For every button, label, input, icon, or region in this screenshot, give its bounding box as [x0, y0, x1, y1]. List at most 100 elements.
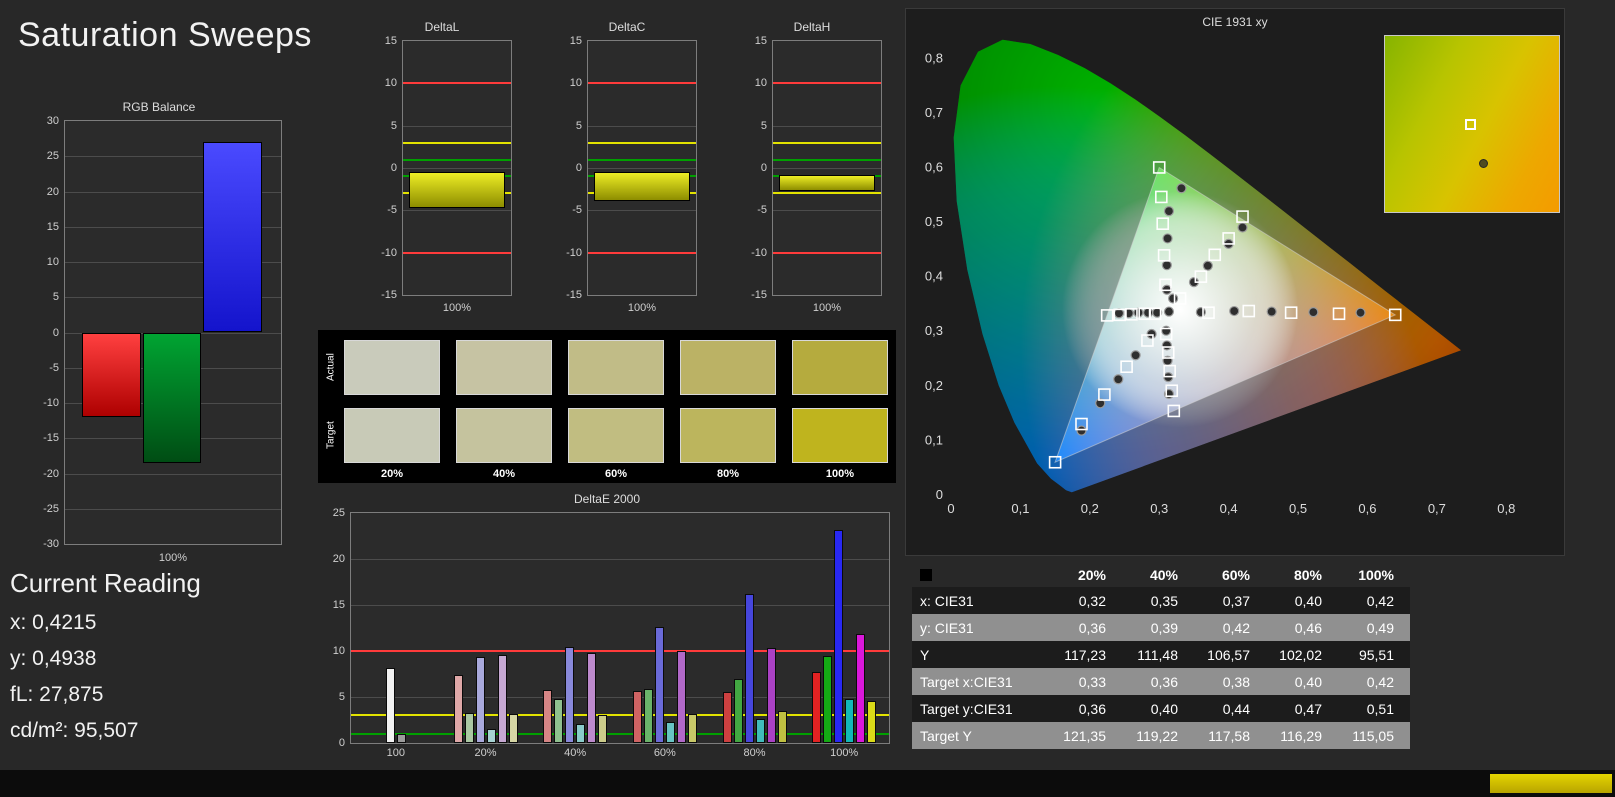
delta-c-chart: DeltaC -15 -10 -5 0 5 10 15 100% [551, 20, 703, 316]
deltae-bar [632, 691, 642, 743]
delta-e-2000-chart: DeltaE 2000 0 5 10 15 20 25 100 20% 40% 60% 80% 100… [318, 492, 896, 778]
table-cell: 115,05 [1352, 727, 1394, 744]
limit-line [588, 141, 696, 144]
deltae-bar [543, 689, 553, 743]
limit-line [773, 251, 881, 254]
footer-yellow-swatch [1490, 774, 1612, 793]
bar-red [82, 332, 141, 418]
table-corner-marker [920, 568, 932, 581]
measurement-table: 20% 40% 60% 80% 100% x: CIE31 0,32 0,35 0,37 0,40… [912, 562, 1410, 749]
cie-y-tick-label: 0 [936, 487, 943, 502]
y-axis-tick-label: 0 [390, 162, 397, 174]
measured-point [1163, 306, 1175, 317]
y-axis-tick-label: -15 [566, 289, 582, 301]
table-row-label: y: CIE31 [920, 619, 974, 636]
deltae-bar [643, 688, 653, 743]
y-axis-tick-label: -5 [572, 204, 582, 217]
measured-point [1161, 340, 1172, 351]
inset-measured-dot [1478, 159, 1488, 169]
deltae-bar [464, 712, 474, 743]
calibration-screen: Saturation Sweeps RGB Balance -30 -25 -20-… [0, 0, 1615, 797]
deltae-bar [755, 719, 765, 743]
y-axis-tick-label: 25 [332, 507, 345, 519]
swatch-target-60% [568, 408, 664, 463]
table-cell: 0,49 [1366, 619, 1394, 636]
measured-point [1308, 307, 1319, 318]
table-cell: 0,36 [1078, 700, 1106, 717]
deltae-bar [475, 657, 485, 743]
table-cell: 0,37 [1222, 592, 1250, 609]
y-axis-tick-label: -5 [49, 361, 59, 374]
deltae-bar [565, 647, 575, 743]
swatch-column-label: 20% [380, 468, 404, 480]
swatch-target-80% [680, 408, 776, 463]
cie-y-tick-label: 0,5 [925, 214, 943, 229]
delta-e-plot-area: 0 5 10 15 20 25 100 20% 40% 60% 80% 100% [333, 507, 890, 759]
table-cell: 0,36 [1150, 673, 1178, 690]
measured-point [1168, 293, 1179, 304]
table-cell: 0,44 [1222, 700, 1250, 717]
measured-point [1076, 425, 1087, 436]
y-axis-tick-label: 5 [390, 119, 397, 132]
gridline [351, 697, 889, 698]
table-cell: 102,02 [1279, 646, 1322, 663]
y-axis-tick-label: 15 [569, 35, 582, 47]
measured-point [1176, 183, 1187, 194]
rgb-balance-plot-area: -30 -25 -20 -15 -10 -5 0 5 10 15 20 25 30 [43, 115, 282, 550]
y-axis-tick-label: 20 [46, 185, 59, 198]
y-axis-tick-label: -15 [43, 432, 59, 445]
cie-y-tick-label: 0,3 [925, 323, 943, 338]
table-cell: 0,40 [1294, 592, 1322, 609]
y-axis-tick-label: 5 [760, 119, 767, 132]
table-header-row: 20% 40% 60% 80% 100% [912, 562, 1410, 587]
gridline [65, 473, 281, 475]
page-title: Saturation Sweeps [18, 16, 312, 54]
delta-l-plot-area: -15 -10 -5 0 5 10 15 [381, 35, 512, 301]
deltae-bar [554, 698, 564, 743]
measurement-table-grid: 20% 40% 60% 80% 100% x: CIE31 0,32 0,35 0,37 0,40… [912, 562, 1410, 749]
cie-zoom-inset [1384, 35, 1560, 213]
deltae-bar [834, 530, 844, 743]
table-row: Target y:CIE31 0,36 0,40 0,44 0,47 0,51 [912, 695, 1410, 722]
table-column-header: 40% [1149, 566, 1178, 583]
table-cell: 0,40 [1294, 673, 1322, 690]
deltae-bar [867, 700, 877, 743]
gridline [403, 125, 511, 127]
y-axis-tick-label: 15 [46, 220, 59, 233]
deltae-bar [587, 652, 597, 743]
deltae-bar [777, 710, 787, 743]
table-cell: 0,40 [1150, 700, 1178, 717]
cie-x-tick-label: 0,7 [1428, 501, 1446, 516]
measured-point [1130, 350, 1141, 361]
table-row-label: Target Y [920, 727, 972, 744]
limit-line [403, 82, 511, 85]
deltae-bar [812, 672, 822, 743]
swatch-column-label: 100% [825, 468, 855, 480]
table-column-header: 80% [1293, 566, 1322, 583]
delta-h-chart: DeltaH -15 -10 -5 0 5 10 15 100% [736, 20, 888, 316]
delta-c-plot-area: -15 -10 -5 0 5 10 15 [566, 35, 697, 301]
table-cell: 0,32 [1078, 592, 1106, 609]
delta-l-chart: DeltaL -15 -10 -5 0 5 10 15 100% [366, 20, 518, 316]
table-row: Y 117,23 111,48 106,57 102,02 95,51 [912, 641, 1410, 668]
delta-error-bar [779, 174, 875, 191]
y-axis-tick-label: 5 [575, 119, 582, 132]
y-axis-tick-label: 5 [52, 291, 59, 304]
table-cell: 0,33 [1078, 673, 1106, 690]
y-axis-tick-label: 0 [338, 737, 345, 749]
delta-h-plot-area: -15 -10 -5 0 5 10 15 [751, 35, 882, 301]
table-cell: 119,22 [1136, 727, 1178, 744]
measured-point [1113, 374, 1124, 385]
limit-line [773, 141, 881, 144]
table-cell: 106,57 [1207, 646, 1250, 663]
cie-y-tick-label: 0,1 [925, 432, 943, 447]
x-axis-group-label: 80% [743, 747, 766, 759]
table-cell: 0,38 [1222, 673, 1250, 690]
limit-line [773, 82, 881, 85]
limit-line [351, 714, 889, 717]
gridline [588, 168, 696, 169]
measured-point [1355, 307, 1366, 318]
target-swatch-row [344, 408, 888, 463]
rgb-balance-x-label: 100% [158, 552, 188, 564]
y-axis-tick-label: 0 [760, 162, 767, 174]
